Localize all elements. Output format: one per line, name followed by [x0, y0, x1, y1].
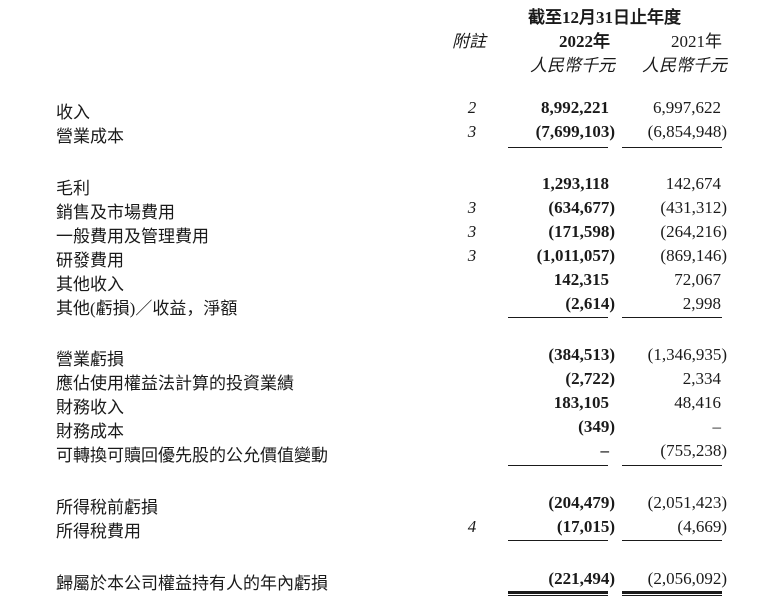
value-2021: (2,051,423) [647, 493, 727, 512]
subtotal-rule-2022 [508, 540, 608, 541]
row-label: 毛利 [56, 179, 90, 198]
value-2021: 6,997,622 [653, 98, 721, 117]
row-note: 2 [467, 98, 477, 117]
subtotal-rule-2022 [508, 147, 608, 148]
table-row: 其他收入 142,315 72,067 [0, 270, 760, 294]
value-2022: (2,614) [565, 294, 615, 313]
row-label: 收入 [56, 103, 90, 122]
subtotal-rule-2021 [622, 465, 722, 466]
row-label: 財務成本 [56, 422, 124, 441]
row-note: 4 [467, 517, 477, 536]
row-label: 營業虧損 [56, 350, 124, 369]
row-label: 歸屬於本公司權益持有人的年內虧損 [56, 574, 328, 593]
table-row: 所得稅費用 4 (17,015) (4,669) [0, 517, 760, 541]
table-row: 財務成本 (349) – [0, 417, 760, 441]
value-2022: (384,513) [548, 345, 615, 364]
value-2021: (431,312) [660, 198, 727, 217]
row-note: 3 [467, 222, 477, 241]
value-2022: 8,992,221 [541, 98, 609, 117]
value-2022: – [600, 441, 610, 460]
table-row: 可轉換可贖回優先股的公允價值變動 – (755,238) [0, 441, 760, 465]
subtotal-rule-2021 [622, 147, 722, 148]
row-label: 銷售及市場費用 [56, 203, 175, 222]
table-row: 研發費用 3 (1,011,057) (869,146) [0, 246, 760, 270]
table-row: 其他(虧損)／收益，淨額 (2,614) 2,998 [0, 294, 760, 318]
row-label: 一般費用及管理費用 [56, 227, 209, 246]
value-2021: (1,346,935) [647, 345, 727, 364]
value-2022: (2,722) [565, 369, 615, 388]
note-column-header: 附註 [452, 32, 486, 51]
row-label: 所得稅費用 [56, 522, 141, 541]
subtotal-rule-2021 [622, 540, 722, 541]
year-2022-header: 2022年 [559, 32, 610, 51]
row-note: 3 [467, 198, 477, 217]
table-row: 營業成本 3 (7,699,103) (6,854,948) [0, 122, 760, 146]
row-label: 所得稅前虧損 [56, 498, 158, 517]
unit-2021-header: 人民幣千元 [642, 56, 727, 75]
value-2021: (264,216) [660, 222, 727, 241]
value-2022: (1,011,057) [536, 246, 615, 265]
table-row: 收入 2 8,992,221 6,997,622 [0, 98, 760, 122]
period-header: 截至12月31日止年度 [528, 8, 681, 27]
table-row: 所得稅前虧損 (204,479) (2,051,423) [0, 493, 760, 517]
value-2022: (171,598) [548, 222, 615, 241]
total-double-rule-2021 [622, 591, 722, 596]
value-2021: (6,854,948) [647, 122, 727, 141]
subtotal-rule-2021 [622, 317, 722, 318]
row-label: 研發費用 [56, 251, 124, 270]
value-2021: – [712, 417, 722, 436]
value-2021: 72,067 [674, 270, 721, 289]
value-2022: 142,315 [553, 270, 609, 289]
table-row: 歸屬於本公司權益持有人的年內虧損 (221,494) (2,056,092) [0, 569, 760, 593]
table-row: 毛利 1,293,118 142,674 [0, 174, 760, 198]
subtotal-rule-2022 [508, 465, 608, 466]
year-2021-header: 2021年 [671, 32, 722, 51]
row-label: 應佔使用權益法計算的投資業績 [56, 374, 294, 393]
value-2021: (755,238) [660, 441, 727, 460]
value-2022: (204,479) [548, 493, 615, 512]
value-2021: (2,056,092) [647, 569, 727, 588]
value-2022: 1,293,118 [541, 174, 609, 193]
row-label: 營業成本 [56, 127, 124, 146]
value-2021: 48,416 [674, 393, 721, 412]
value-2022: (17,015) [556, 517, 615, 536]
unit-2022-header: 人民幣千元 [530, 56, 615, 75]
value-2021: 2,998 [682, 294, 721, 313]
value-2021: (869,146) [660, 246, 727, 265]
row-label: 其他收入 [56, 275, 124, 294]
subtotal-rule-2022 [508, 317, 608, 318]
value-2021: 2,334 [682, 369, 721, 388]
value-2022: (349) [578, 417, 615, 436]
table-row: 財務收入 183,105 48,416 [0, 393, 760, 417]
value-2022: (221,494) [548, 569, 615, 588]
value-2022: (7,699,103) [535, 122, 615, 141]
table-row: 應佔使用權益法計算的投資業績 (2,722) 2,334 [0, 369, 760, 393]
total-double-rule-2022 [508, 591, 608, 596]
table-row: 銷售及市場費用 3 (634,677) (431,312) [0, 198, 760, 222]
row-label: 財務收入 [56, 398, 124, 417]
row-note: 3 [467, 122, 477, 141]
table-row: 一般費用及管理費用 3 (171,598) (264,216) [0, 222, 760, 246]
row-label: 其他(虧損)／收益，淨額 [56, 299, 238, 318]
row-label: 可轉換可贖回優先股的公允價值變動 [56, 446, 328, 465]
table-row: 營業虧損 (384,513) (1,346,935) [0, 345, 760, 369]
row-note: 3 [467, 246, 477, 265]
value-2021: 142,674 [665, 174, 721, 193]
value-2022: (634,677) [548, 198, 615, 217]
value-2021: (4,669) [677, 517, 727, 536]
value-2022: 183,105 [553, 393, 609, 412]
